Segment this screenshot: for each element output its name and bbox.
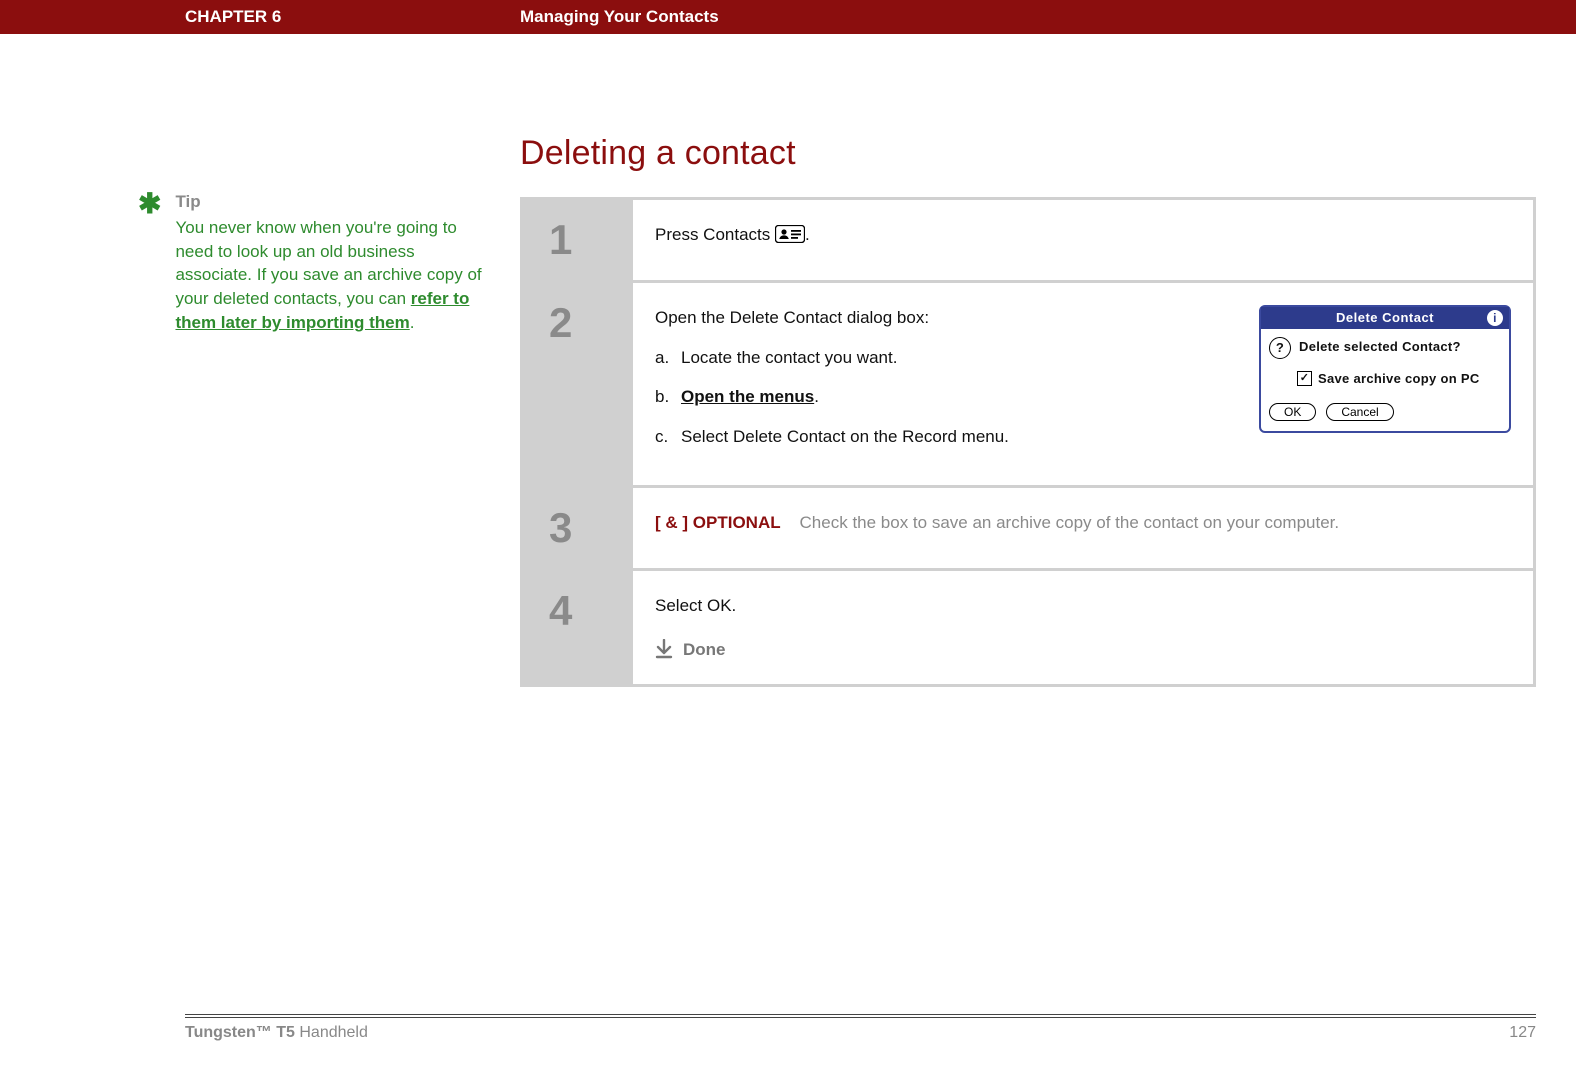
optional-text: Check the box to save an archive copy of…: [800, 513, 1340, 532]
header-bar: CHAPTER 6 Managing Your Contacts: [0, 0, 1576, 34]
contacts-icon: [775, 225, 805, 243]
tip-heading: Tip: [175, 190, 490, 214]
tip-text-after: .: [410, 313, 415, 332]
sub-suffix: .: [814, 387, 819, 406]
step-row: 4 Select OK. Done: [523, 571, 1533, 684]
ok-button[interactable]: OK: [1269, 403, 1316, 421]
step-row: 2 Open the Delete Contact dialog box: a.…: [523, 283, 1533, 488]
delete-contact-dialog: Delete Contact i ? Delete selected Conta…: [1259, 305, 1511, 433]
info-icon[interactable]: i: [1487, 310, 1503, 326]
dialog-message: Delete selected Contact?: [1299, 337, 1461, 357]
sub-label: c.: [655, 424, 681, 450]
step-number: 3: [523, 488, 633, 568]
step-number: 2: [523, 283, 633, 485]
open-menus-link[interactable]: Open the menus: [681, 387, 814, 406]
step1-text-after: .: [805, 225, 810, 244]
step-row: 1 Press Contacts: [523, 200, 1533, 283]
product-name: Tungsten™ T5 Handheld: [185, 1024, 368, 1042]
page-number: 127: [1509, 1024, 1536, 1042]
optional-tag: [ & ] OPTIONAL: [655, 513, 781, 532]
step-number: 4: [523, 571, 633, 684]
done-marker: Done: [655, 637, 1511, 663]
chapter-title: Managing Your Contacts: [520, 7, 1576, 27]
page-footer: Tungsten™ T5 Handheld 127: [0, 1014, 1576, 1042]
chapter-label: CHAPTER 6: [0, 7, 520, 27]
cancel-button[interactable]: Cancel: [1326, 403, 1393, 421]
step-number: 1: [523, 200, 633, 280]
asterisk-icon: ✱: [138, 190, 161, 335]
sub-label: a.: [655, 345, 681, 371]
dialog-titlebar: Delete Contact i: [1261, 307, 1509, 329]
dialog-title: Delete Contact: [1336, 308, 1434, 328]
sub-label: b.: [655, 384, 681, 410]
step4-text: Select OK.: [655, 593, 1511, 619]
step1-text-before: Press Contacts: [655, 225, 775, 244]
done-label: Done: [683, 637, 726, 663]
tip-callout: ✱ Tip You never know when you're going t…: [138, 190, 490, 335]
section-title: Deleting a contact: [520, 134, 1536, 173]
step2-intro: Open the Delete Contact dialog box:: [655, 305, 1229, 331]
steps-table: 1 Press Contacts: [520, 197, 1536, 687]
archive-checkbox[interactable]: ✓: [1297, 371, 1312, 386]
done-arrow-icon: [655, 639, 673, 659]
step-row: 3 [ & ] OPTIONAL Check the box to save a…: [523, 488, 1533, 571]
archive-checkbox-label: Save archive copy on PC: [1318, 369, 1480, 389]
question-icon: ?: [1269, 337, 1291, 359]
sub-text: Locate the contact you want.: [681, 345, 897, 371]
sub-text: Select Delete Contact on the Record menu…: [681, 424, 1009, 450]
